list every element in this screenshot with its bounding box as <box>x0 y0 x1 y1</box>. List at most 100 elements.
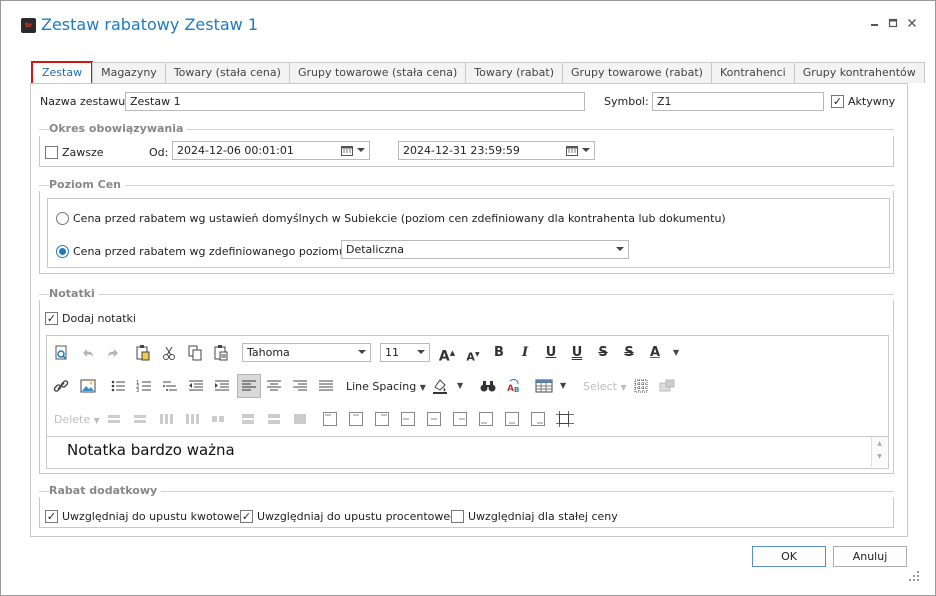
active-checkbox[interactable]: ✓ <box>831 95 844 108</box>
increase-indent-icon[interactable] <box>211 375 233 397</box>
paste-special-icon[interactable] <box>210 342 232 364</box>
redo-icon[interactable] <box>102 342 124 364</box>
from-date-input[interactable]: 2024-12-06 00:01:01 <box>172 141 370 160</box>
tab-zestaw[interactable]: Zestaw <box>31 61 94 85</box>
insert-columns-right-icon[interactable] <box>181 408 203 430</box>
symbol-input[interactable]: Z1 <box>652 92 824 111</box>
bullets-icon[interactable] <box>107 375 129 397</box>
name-input[interactable]: Zestaw 1 <box>125 92 585 111</box>
price-option-default-radio[interactable] <box>56 212 69 225</box>
font-name-select[interactable]: Tahoma <box>242 343 371 362</box>
replace-icon[interactable]: AB <box>503 375 525 397</box>
insert-picture-icon[interactable] <box>77 375 99 397</box>
underline-icon[interactable]: U <box>540 342 562 364</box>
ok-button[interactable]: OK <box>752 546 826 567</box>
font-size-select[interactable]: 11 <box>380 343 430 362</box>
scroll-down-icon[interactable]: ▼ <box>872 453 887 460</box>
chevron-down-icon: ▼ <box>419 383 426 392</box>
fixed-price-checkbox[interactable] <box>451 510 464 523</box>
price-option-defined-radio[interactable] <box>56 245 69 258</box>
cell-align-top-center-icon[interactable] <box>345 408 367 430</box>
hyperlink-icon[interactable] <box>50 375 72 397</box>
insert-table-icon[interactable] <box>533 375 555 397</box>
insert-rows-above-icon[interactable] <box>103 408 125 430</box>
cell-align-bottom-right-icon[interactable] <box>527 408 549 430</box>
resize-grip-icon[interactable] <box>907 569 921 583</box>
cell-align-top-right-icon[interactable] <box>371 408 393 430</box>
split-cells-icon[interactable] <box>237 408 259 430</box>
line-spacing-button[interactable]: Line Spacing ▼ <box>346 380 426 393</box>
multilevel-list-icon[interactable] <box>159 375 181 397</box>
editor-scrollbar[interactable]: ▲ ▼ <box>871 437 887 467</box>
find-icon[interactable] <box>477 375 499 397</box>
shading-icon[interactable] <box>429 375 451 397</box>
font-color-icon[interactable]: A <box>644 342 666 364</box>
chevron-down-icon: ▼ <box>93 416 100 425</box>
calendar-icon[interactable] <box>566 145 578 156</box>
italic-icon[interactable]: I <box>514 342 536 364</box>
cell-align-middle-left-icon[interactable] <box>397 408 419 430</box>
paste-icon[interactable] <box>132 342 154 364</box>
copy-icon[interactable] <box>184 342 206 364</box>
chevron-down-icon[interactable] <box>357 148 365 152</box>
minimize-icon[interactable] <box>867 15 883 31</box>
cell-align-top-left-icon[interactable] <box>319 408 341 430</box>
scroll-up-icon[interactable]: ▲ <box>872 440 887 447</box>
align-left-icon[interactable] <box>237 374 261 398</box>
double-underline-icon[interactable]: U <box>566 342 588 364</box>
cell-margins-icon[interactable] <box>553 408 575 430</box>
select-button[interactable]: Select ▼ <box>583 380 627 393</box>
tab-grupy-towarowe-rabat[interactable]: Grupy towarowe (rabat) <box>562 62 712 83</box>
align-right-icon[interactable] <box>289 375 311 397</box>
chevron-down-icon[interactable] <box>582 148 590 152</box>
chevron-down-icon[interactable]: ▼ <box>673 348 679 357</box>
numbering-icon[interactable]: 123 <box>133 375 155 397</box>
grow-font-icon[interactable]: A▲ <box>436 342 458 365</box>
cell-align-bottom-center-icon[interactable] <box>501 408 523 430</box>
shrink-font-icon[interactable]: A▼ <box>462 344 484 366</box>
strikethrough-icon[interactable]: S <box>592 342 614 364</box>
autofit-icon[interactable] <box>289 408 311 430</box>
decrease-indent-icon[interactable] <box>185 375 207 397</box>
table-properties-icon[interactable] <box>656 375 678 397</box>
chevron-down-icon[interactable] <box>417 350 425 354</box>
insert-columns-left-icon[interactable] <box>155 408 177 430</box>
print-preview-icon[interactable] <box>50 342 72 364</box>
cut-icon[interactable] <box>158 342 180 364</box>
undo-icon[interactable] <box>77 342 99 364</box>
tab-grupy-towarowe-stala-cena[interactable]: Grupy towarowe (stała cena) <box>288 62 467 83</box>
justify-icon[interactable] <box>315 375 337 397</box>
always-checkbox[interactable] <box>45 146 58 159</box>
show-gridlines-icon[interactable] <box>630 375 652 397</box>
chevron-down-icon[interactable]: ▼ <box>457 381 463 390</box>
bold-icon[interactable]: B <box>488 342 510 364</box>
merge-cells-icon[interactable] <box>207 408 229 430</box>
double-strikethrough-icon[interactable]: S <box>618 342 640 364</box>
split-table-icon[interactable] <box>263 408 285 430</box>
price-level-select[interactable]: Detaliczna <box>341 240 629 259</box>
from-date-value: 2024-12-06 00:01:01 <box>177 144 294 157</box>
cancel-button[interactable]: Anuluj <box>833 546 907 567</box>
add-notes-checkbox[interactable]: ✓ <box>45 312 58 325</box>
cell-align-middle-center-icon[interactable] <box>423 408 445 430</box>
close-icon[interactable] <box>904 15 920 31</box>
tab-grupy-kontrahentow[interactable]: Grupy kontrahentów <box>793 62 925 83</box>
cell-align-middle-right-icon[interactable] <box>449 408 471 430</box>
percent-discount-checkbox[interactable]: ✓ <box>240 510 253 523</box>
notes-content[interactable]: Notatka bardzo ważna <box>67 441 235 459</box>
maximize-icon[interactable] <box>885 15 901 31</box>
tab-magazyny[interactable]: Magazyny <box>92 62 166 83</box>
to-date-input[interactable]: 2024-12-31 23:59:59 <box>398 141 595 160</box>
chevron-down-icon[interactable] <box>616 247 624 251</box>
amount-discount-checkbox[interactable]: ✓ <box>45 510 58 523</box>
chevron-down-icon[interactable]: ▼ <box>560 381 566 390</box>
tab-towary-stala-cena[interactable]: Towary (stała cena) <box>164 62 290 83</box>
calendar-icon[interactable] <box>341 145 353 156</box>
insert-rows-below-icon[interactable] <box>129 408 151 430</box>
delete-button[interactable]: Delete ▼ <box>54 413 100 426</box>
tab-kontrahenci[interactable]: Kontrahenci <box>710 62 795 83</box>
tab-towary-rabat[interactable]: Towary (rabat) <box>465 62 563 83</box>
cell-align-bottom-left-icon[interactable] <box>475 408 497 430</box>
align-center-icon[interactable] <box>263 375 285 397</box>
chevron-down-icon[interactable] <box>358 350 366 354</box>
